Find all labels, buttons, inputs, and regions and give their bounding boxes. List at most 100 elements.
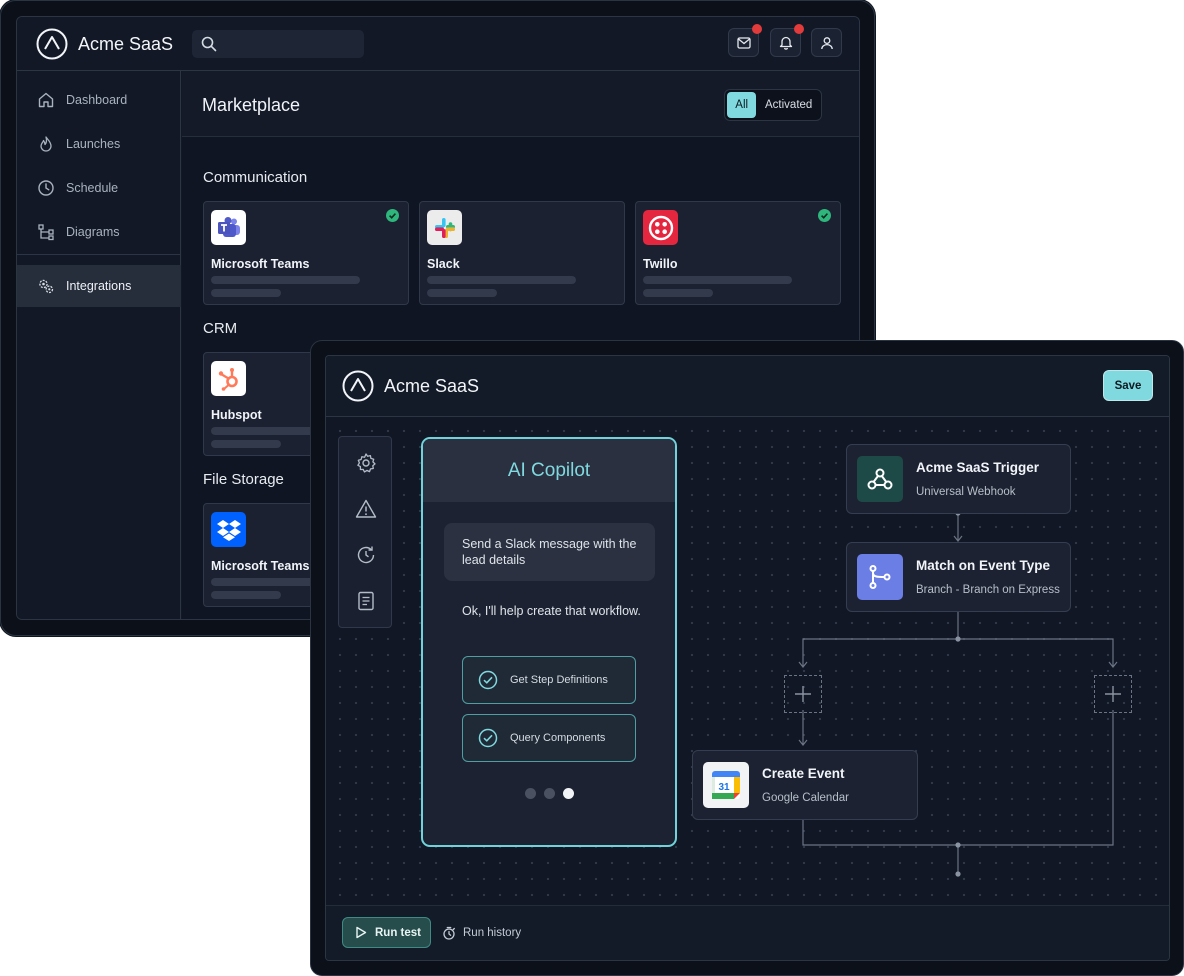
search-icon bbox=[201, 36, 217, 52]
slack-logo-icon bbox=[427, 210, 462, 245]
clock-icon bbox=[38, 180, 54, 196]
run-history-button[interactable]: Run history bbox=[442, 917, 521, 948]
integration-card-twillo[interactable]: Twillo bbox=[635, 201, 841, 305]
section-title-communication: Communication bbox=[203, 169, 308, 186]
app-logo[interactable]: Acme SaaS bbox=[36, 28, 173, 60]
filter-activated-button[interactable]: Activated bbox=[758, 92, 819, 118]
warning-icon bbox=[355, 499, 377, 518]
integration-card-slack[interactable]: Slack bbox=[419, 201, 625, 305]
plus-icon bbox=[795, 686, 811, 702]
sidebar-item-dashboard[interactable]: Dashboard bbox=[17, 79, 181, 121]
node-subtitle: Branch - Branch on Express bbox=[916, 584, 1060, 596]
tool-rail bbox=[338, 436, 392, 628]
copilot-pager bbox=[525, 788, 574, 799]
app-logo[interactable]: Acme SaaS bbox=[342, 370, 479, 402]
description-placeholder bbox=[211, 591, 281, 599]
section-title-file-storage: File Storage bbox=[203, 471, 284, 488]
user-message: Send a Slack message with the lead detai… bbox=[444, 523, 655, 581]
home-icon bbox=[38, 92, 54, 108]
node-title: Create Event bbox=[762, 766, 845, 781]
pager-dot-active[interactable] bbox=[563, 788, 574, 799]
pager-dot[interactable] bbox=[544, 788, 555, 799]
logs-tool-button[interactable] bbox=[354, 589, 378, 613]
save-button[interactable]: Save bbox=[1103, 370, 1153, 401]
profile-button[interactable] bbox=[811, 28, 842, 57]
notifications-button[interactable] bbox=[770, 24, 804, 57]
gears-icon bbox=[39, 279, 54, 294]
step-label: Get Step Definitions bbox=[510, 674, 608, 686]
google-calendar-icon: 31 bbox=[703, 762, 749, 808]
workflow-editor-window: Acme SaaS Save AI Copilot Send a Slack m… bbox=[310, 340, 1184, 976]
sidebar-item-label: Schedule bbox=[66, 181, 119, 195]
filter-toggle: All Activated bbox=[724, 89, 822, 121]
run-history-label: Run history bbox=[463, 926, 522, 939]
stopwatch-icon bbox=[443, 926, 455, 940]
run-test-button[interactable]: Run test bbox=[342, 917, 431, 948]
integration-name: Hubspot bbox=[211, 408, 262, 422]
add-step-left-button[interactable] bbox=[784, 675, 822, 713]
integration-name: Slack bbox=[427, 257, 460, 271]
description-placeholder bbox=[211, 276, 360, 284]
activated-check-icon bbox=[818, 209, 831, 222]
mail-button[interactable] bbox=[728, 24, 762, 57]
dropbox-logo-icon bbox=[211, 512, 246, 547]
section-title-crm: CRM bbox=[203, 320, 238, 337]
editor-header: Acme SaaS Save bbox=[326, 356, 1169, 417]
sidebar-divider bbox=[17, 254, 181, 255]
settings-tool-button[interactable] bbox=[354, 451, 378, 475]
bell-icon bbox=[779, 36, 792, 50]
user-icon bbox=[820, 36, 833, 49]
copilot-step-query-components[interactable]: Query Components bbox=[462, 714, 636, 762]
bell-notification-dot bbox=[794, 24, 804, 34]
copilot-step-get-step-definitions[interactable]: Get Step Definitions bbox=[462, 656, 636, 704]
step-label: Query Components bbox=[510, 732, 606, 744]
sidebar-item-integrations[interactable]: Integrations bbox=[17, 265, 181, 307]
history-tool-button[interactable] bbox=[354, 543, 378, 567]
mail-icon bbox=[736, 36, 751, 49]
warnings-tool-button[interactable] bbox=[354, 497, 378, 521]
twilio-logo-icon bbox=[643, 210, 678, 245]
node-create-event[interactable]: 31 Create Event Google Calendar bbox=[692, 750, 918, 820]
ai-copilot-panel: AI Copilot Send a Slack message with the… bbox=[421, 437, 677, 847]
integration-card-microsoft-teams[interactable]: Microsoft Teams bbox=[203, 201, 409, 305]
screenshot-stage: Acme SaaS Dashboard Launches Schedule Di… bbox=[0, 0, 1184, 976]
assistant-reply: Ok, I'll help create that workflow. bbox=[462, 604, 641, 618]
node-acme-saas-trigger[interactable]: Acme SaaS Trigger Universal Webhook bbox=[846, 444, 1071, 514]
hubspot-logo-icon bbox=[211, 361, 246, 396]
node-match-on-event-type[interactable]: Match on Event Type Branch - Branch on E… bbox=[846, 542, 1071, 612]
run-test-label: Run test bbox=[375, 926, 421, 939]
node-title: Acme SaaS Trigger bbox=[916, 460, 1040, 475]
acme-logo-icon bbox=[36, 28, 68, 60]
sidebar-item-diagrams[interactable]: Diagrams bbox=[17, 211, 181, 253]
sidebar-item-label: Diagrams bbox=[66, 225, 120, 239]
calendar-day-number: 31 bbox=[718, 782, 730, 793]
description-placeholder bbox=[211, 440, 281, 448]
copilot-title: AI Copilot bbox=[423, 439, 675, 502]
history-icon bbox=[357, 546, 375, 564]
page-title: Marketplace bbox=[202, 95, 301, 115]
integration-name: Microsoft Teams bbox=[211, 559, 310, 573]
sidebar-item-label: Dashboard bbox=[66, 93, 128, 107]
sidebar-item-launches[interactable]: Launches bbox=[17, 123, 181, 165]
branch-icon bbox=[857, 554, 903, 600]
gear-icon bbox=[357, 453, 376, 473]
mail-notification-dot bbox=[752, 24, 762, 34]
filter-all-button[interactable]: All bbox=[727, 92, 757, 118]
workflow-canvas[interactable]: AI Copilot Send a Slack message with the… bbox=[326, 417, 1169, 905]
top-bar: Acme SaaS bbox=[17, 17, 859, 71]
check-circle-icon bbox=[478, 728, 498, 748]
webhook-icon bbox=[857, 456, 903, 502]
add-step-right-button[interactable] bbox=[1094, 675, 1132, 713]
node-subtitle: Google Calendar bbox=[762, 792, 849, 804]
diagram-icon bbox=[38, 224, 54, 241]
app-name: Acme SaaS bbox=[78, 33, 174, 54]
workflow-editor-frame: Acme SaaS Save AI Copilot Send a Slack m… bbox=[325, 355, 1170, 961]
app-name: Acme SaaS bbox=[384, 375, 480, 396]
marketplace-header: Marketplace All Activated bbox=[182, 71, 859, 137]
search-input[interactable] bbox=[224, 30, 360, 58]
document-icon bbox=[358, 591, 374, 611]
flame-icon bbox=[40, 136, 52, 152]
search-box[interactable] bbox=[192, 30, 364, 58]
pager-dot[interactable] bbox=[525, 788, 536, 799]
sidebar-item-schedule[interactable]: Schedule bbox=[17, 167, 181, 209]
